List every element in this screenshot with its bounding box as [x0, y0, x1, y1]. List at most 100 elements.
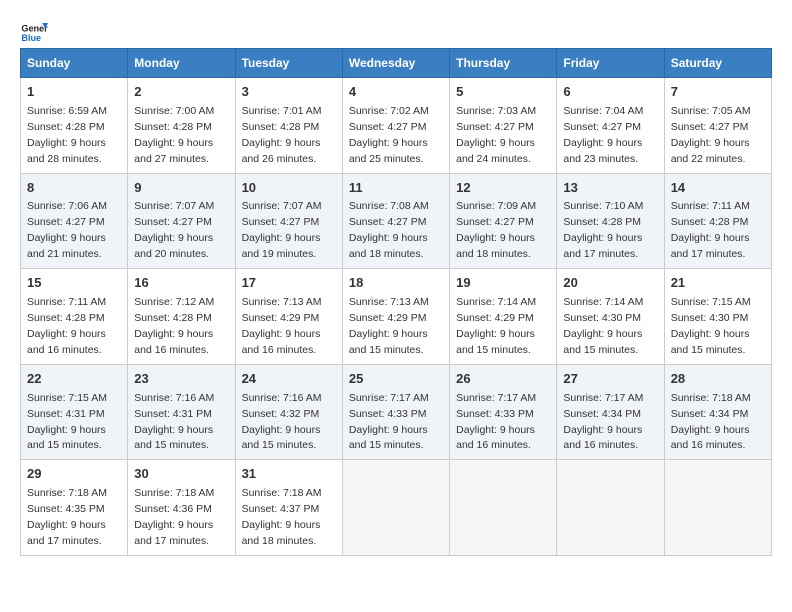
sunrise-info: Sunrise: 7:14 AM [456, 296, 536, 308]
daylight-info: Daylight: 9 hours and 17 minutes. [671, 232, 750, 260]
daylight-info: Daylight: 9 hours and 15 minutes. [134, 424, 213, 452]
sunset-info: Sunset: 4:27 PM [134, 216, 212, 228]
sunrise-info: Sunrise: 7:06 AM [27, 200, 107, 212]
sunset-info: Sunset: 4:37 PM [242, 503, 320, 515]
calendar-cell: 22 Sunrise: 7:15 AM Sunset: 4:31 PM Dayl… [21, 364, 128, 460]
sunset-info: Sunset: 4:27 PM [349, 216, 427, 228]
daylight-info: Daylight: 9 hours and 16 minutes. [27, 328, 106, 356]
sunrise-info: Sunrise: 7:01 AM [242, 105, 322, 117]
day-number: 13 [563, 179, 657, 198]
svg-text:Blue: Blue [21, 33, 41, 43]
calendar-cell: 3 Sunrise: 7:01 AM Sunset: 4:28 PM Dayli… [235, 78, 342, 174]
day-number: 4 [349, 83, 443, 102]
sunrise-info: Sunrise: 7:13 AM [242, 296, 322, 308]
calendar-week-2: 8 Sunrise: 7:06 AM Sunset: 4:27 PM Dayli… [21, 173, 772, 269]
header: General Blue [20, 16, 772, 44]
calendar-table: SundayMondayTuesdayWednesdayThursdayFrid… [20, 48, 772, 556]
calendar-cell: 31 Sunrise: 7:18 AM Sunset: 4:37 PM Dayl… [235, 460, 342, 556]
day-number: 26 [456, 370, 550, 389]
day-number: 14 [671, 179, 765, 198]
sunset-info: Sunset: 4:27 PM [242, 216, 320, 228]
daylight-info: Daylight: 9 hours and 23 minutes. [563, 137, 642, 165]
day-number: 12 [456, 179, 550, 198]
daylight-info: Daylight: 9 hours and 18 minutes. [456, 232, 535, 260]
calendar-cell [664, 460, 771, 556]
sunrise-info: Sunrise: 7:05 AM [671, 105, 751, 117]
calendar-cell: 21 Sunrise: 7:15 AM Sunset: 4:30 PM Dayl… [664, 269, 771, 365]
daylight-info: Daylight: 9 hours and 16 minutes. [563, 424, 642, 452]
day-number: 2 [134, 83, 228, 102]
sunset-info: Sunset: 4:27 PM [563, 121, 641, 133]
calendar-cell: 18 Sunrise: 7:13 AM Sunset: 4:29 PM Dayl… [342, 269, 449, 365]
sunrise-info: Sunrise: 7:13 AM [349, 296, 429, 308]
calendar-cell [450, 460, 557, 556]
calendar-week-3: 15 Sunrise: 7:11 AM Sunset: 4:28 PM Dayl… [21, 269, 772, 365]
calendar-week-1: 1 Sunrise: 6:59 AM Sunset: 4:28 PM Dayli… [21, 78, 772, 174]
sunrise-info: Sunrise: 7:11 AM [671, 200, 750, 212]
day-number: 17 [242, 274, 336, 293]
sunrise-info: Sunrise: 7:02 AM [349, 105, 429, 117]
daylight-info: Daylight: 9 hours and 17 minutes. [27, 519, 106, 547]
calendar-cell: 16 Sunrise: 7:12 AM Sunset: 4:28 PM Dayl… [128, 269, 235, 365]
daylight-info: Daylight: 9 hours and 15 minutes. [349, 424, 428, 452]
calendar-cell: 25 Sunrise: 7:17 AM Sunset: 4:33 PM Dayl… [342, 364, 449, 460]
calendar-week-4: 22 Sunrise: 7:15 AM Sunset: 4:31 PM Dayl… [21, 364, 772, 460]
sunset-info: Sunset: 4:28 PM [242, 121, 320, 133]
day-number: 6 [563, 83, 657, 102]
day-number: 3 [242, 83, 336, 102]
calendar-cell: 19 Sunrise: 7:14 AM Sunset: 4:29 PM Dayl… [450, 269, 557, 365]
sunrise-info: Sunrise: 7:18 AM [27, 487, 107, 499]
daylight-info: Daylight: 9 hours and 15 minutes. [563, 328, 642, 356]
day-number: 9 [134, 179, 228, 198]
sunset-info: Sunset: 4:30 PM [563, 312, 641, 324]
daylight-info: Daylight: 9 hours and 15 minutes. [349, 328, 428, 356]
daylight-info: Daylight: 9 hours and 18 minutes. [349, 232, 428, 260]
daylight-info: Daylight: 9 hours and 25 minutes. [349, 137, 428, 165]
sunrise-info: Sunrise: 7:07 AM [242, 200, 322, 212]
calendar-cell: 24 Sunrise: 7:16 AM Sunset: 4:32 PM Dayl… [235, 364, 342, 460]
sunrise-info: Sunrise: 7:17 AM [349, 392, 429, 404]
sunrise-info: Sunrise: 7:03 AM [456, 105, 536, 117]
sunset-info: Sunset: 4:28 PM [27, 312, 105, 324]
sunset-info: Sunset: 4:31 PM [134, 408, 212, 420]
calendar-cell: 13 Sunrise: 7:10 AM Sunset: 4:28 PM Dayl… [557, 173, 664, 269]
calendar-cell: 10 Sunrise: 7:07 AM Sunset: 4:27 PM Dayl… [235, 173, 342, 269]
sunset-info: Sunset: 4:36 PM [134, 503, 212, 515]
calendar-cell: 14 Sunrise: 7:11 AM Sunset: 4:28 PM Dayl… [664, 173, 771, 269]
calendar-cell: 23 Sunrise: 7:16 AM Sunset: 4:31 PM Dayl… [128, 364, 235, 460]
sunset-info: Sunset: 4:28 PM [563, 216, 641, 228]
calendar-cell: 30 Sunrise: 7:18 AM Sunset: 4:36 PM Dayl… [128, 460, 235, 556]
sunrise-info: Sunrise: 7:15 AM [27, 392, 107, 404]
sunrise-info: Sunrise: 7:17 AM [456, 392, 536, 404]
day-number: 1 [27, 83, 121, 102]
sunrise-info: Sunrise: 7:08 AM [349, 200, 429, 212]
daylight-info: Daylight: 9 hours and 22 minutes. [671, 137, 750, 165]
day-number: 18 [349, 274, 443, 293]
sunrise-info: Sunrise: 7:11 AM [27, 296, 106, 308]
daylight-info: Daylight: 9 hours and 26 minutes. [242, 137, 321, 165]
calendar-cell: 17 Sunrise: 7:13 AM Sunset: 4:29 PM Dayl… [235, 269, 342, 365]
sunset-info: Sunset: 4:33 PM [456, 408, 534, 420]
day-number: 25 [349, 370, 443, 389]
sunrise-info: Sunrise: 7:18 AM [242, 487, 322, 499]
calendar-cell: 27 Sunrise: 7:17 AM Sunset: 4:34 PM Dayl… [557, 364, 664, 460]
sunset-info: Sunset: 4:28 PM [134, 121, 212, 133]
sunrise-info: Sunrise: 7:10 AM [563, 200, 643, 212]
day-number: 8 [27, 179, 121, 198]
sunset-info: Sunset: 4:34 PM [671, 408, 749, 420]
sunset-info: Sunset: 4:29 PM [456, 312, 534, 324]
sunset-info: Sunset: 4:28 PM [27, 121, 105, 133]
day-number: 30 [134, 465, 228, 484]
day-number: 27 [563, 370, 657, 389]
calendar-cell: 20 Sunrise: 7:14 AM Sunset: 4:30 PM Dayl… [557, 269, 664, 365]
sunset-info: Sunset: 4:34 PM [563, 408, 641, 420]
daylight-info: Daylight: 9 hours and 16 minutes. [456, 424, 535, 452]
daylight-info: Daylight: 9 hours and 24 minutes. [456, 137, 535, 165]
calendar-cell: 15 Sunrise: 7:11 AM Sunset: 4:28 PM Dayl… [21, 269, 128, 365]
sunset-info: Sunset: 4:27 PM [349, 121, 427, 133]
sunset-info: Sunset: 4:29 PM [242, 312, 320, 324]
sunrise-info: Sunrise: 7:18 AM [134, 487, 214, 499]
sunrise-info: Sunrise: 7:07 AM [134, 200, 214, 212]
sunrise-info: Sunrise: 7:16 AM [134, 392, 214, 404]
calendar-cell: 1 Sunrise: 6:59 AM Sunset: 4:28 PM Dayli… [21, 78, 128, 174]
